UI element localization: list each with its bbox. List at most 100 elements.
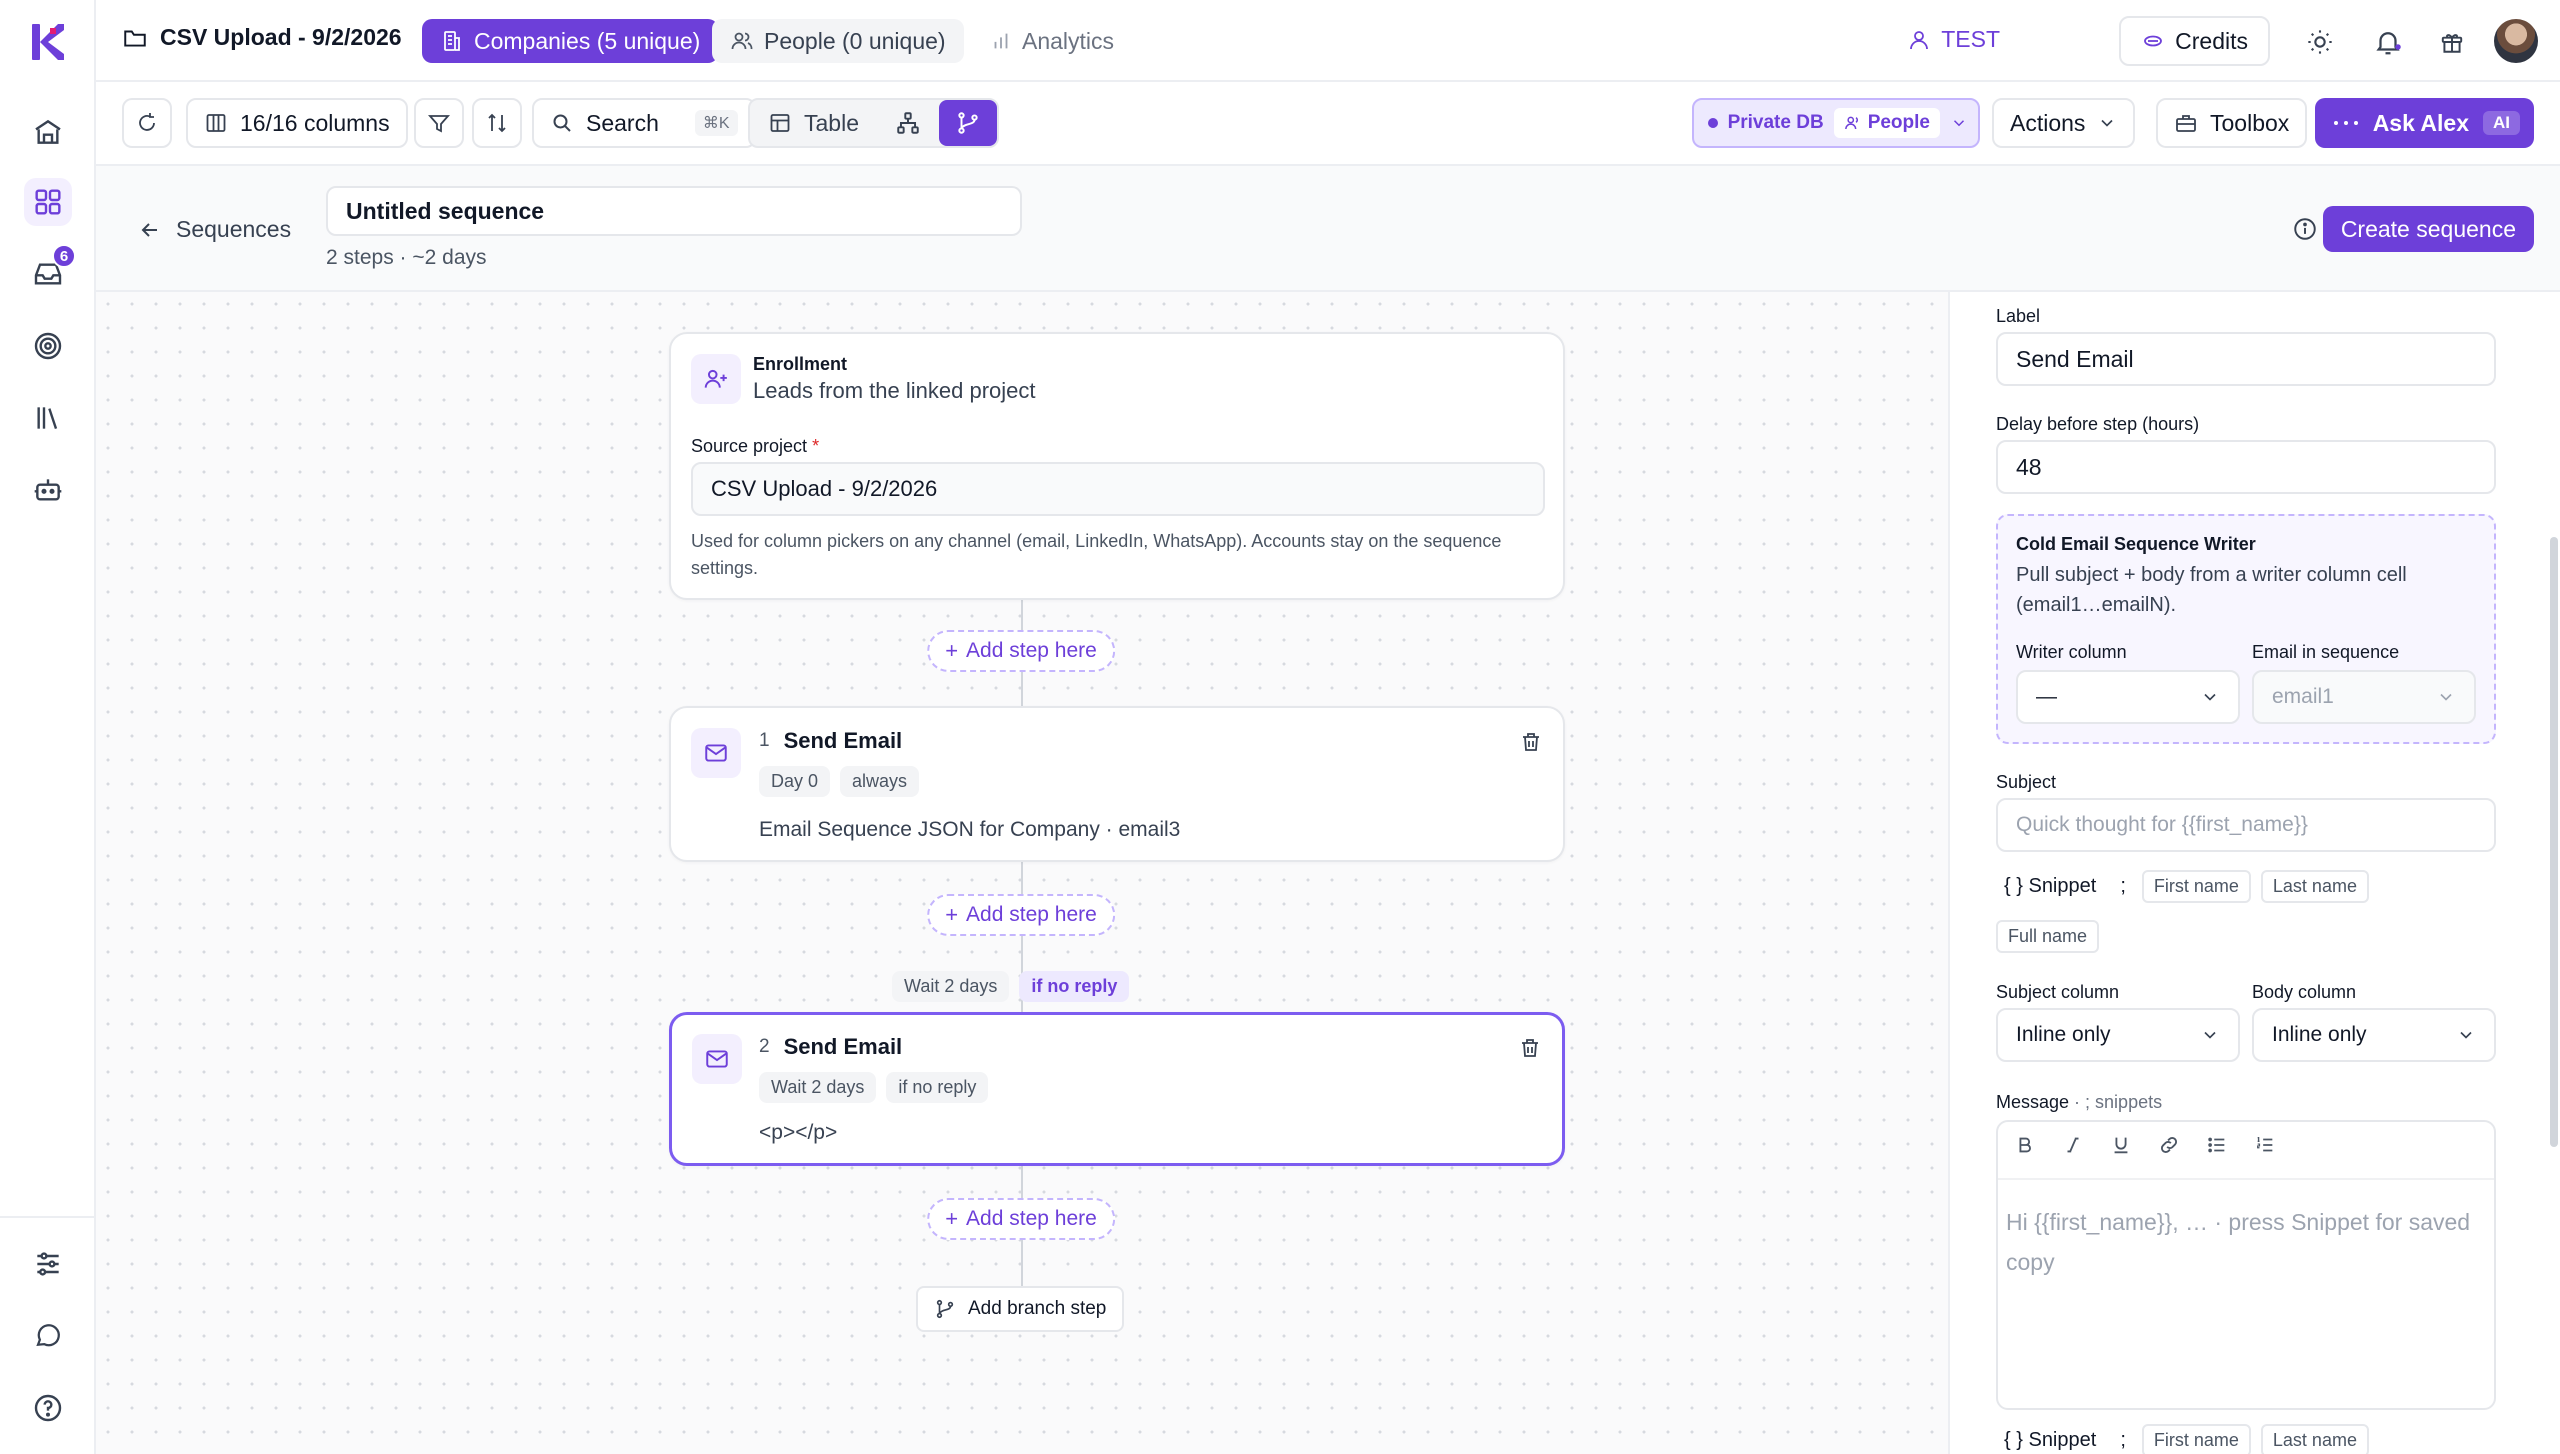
body-column-select[interactable]: Inline only <box>2252 1008 2496 1062</box>
create-sequence-button[interactable]: Create sequence <box>2322 206 2534 252</box>
step-number: 2 <box>759 1036 770 1057</box>
source-project-select[interactable]: CSV Upload - 9/2/2026 <box>691 462 1545 516</box>
trash-icon[interactable] <box>1519 730 1543 754</box>
back-label: Sequences <box>176 216 292 242</box>
bot-icon[interactable] <box>24 466 72 514</box>
numbered-list-icon[interactable] <box>2254 1134 2276 1156</box>
view-sequence[interactable] <box>938 100 997 146</box>
sun-icon[interactable] <box>2300 22 2340 62</box>
italic-icon[interactable] <box>2062 1134 2084 1156</box>
delay-input[interactable]: 48 <box>1996 440 2496 494</box>
db-status-dot <box>1707 118 1718 128</box>
view-table[interactable]: Table <box>750 100 877 146</box>
mail-icon <box>691 728 741 778</box>
panel-scrollbar[interactable] <box>2550 537 2558 1147</box>
subject-input[interactable]: Quick thought for {{first_name}} <box>1996 798 2496 852</box>
tab-analytics[interactable]: Analytics <box>972 19 1132 63</box>
tab-companies-label: Companies (5 unique) <box>474 27 701 54</box>
enrollment-title: Enrollment <box>753 354 848 374</box>
editor-divider <box>1998 1178 2494 1180</box>
users-icon <box>731 32 753 50</box>
underline-icon[interactable] <box>2110 1134 2132 1156</box>
wait-condition: Wait 2 days if no reply <box>892 971 1130 1002</box>
actions-button[interactable]: Actions <box>1992 98 2136 148</box>
subject-field-label: Subject <box>1996 772 2057 792</box>
snippet-button[interactable]: { } Snippet <box>1996 1429 2104 1452</box>
toolbox-button[interactable]: Toolbox <box>2156 98 2308 148</box>
snippet-chip-first-name[interactable]: First name <box>2141 1424 2251 1454</box>
branch-icon <box>958 112 978 134</box>
gift-icon[interactable] <box>2432 22 2472 62</box>
bar-chart-icon <box>994 33 1008 49</box>
chevron-down-icon <box>2204 693 2216 701</box>
test-label: TEST <box>1941 26 2000 52</box>
toolbox-label: Toolbox <box>2210 109 2290 136</box>
snippet-chip-last-name[interactable]: Last name <box>2260 870 2369 903</box>
help-icon[interactable] <box>24 1384 72 1432</box>
private-db-selector[interactable]: Private DB People <box>1691 98 1980 148</box>
bullet-list-icon[interactable] <box>2206 1134 2228 1156</box>
step-card-2[interactable]: 2 Send Email Wait 2 days if no reply <p>… <box>669 1012 1565 1166</box>
back-to-sequences[interactable]: Sequences <box>138 216 291 243</box>
tab-people[interactable]: People (0 unique) <box>712 19 964 63</box>
grid-icon[interactable] <box>24 178 72 226</box>
snippet-chip-full-name[interactable]: Full name <box>1996 920 2100 953</box>
writer-box: Cold Email Sequence Writer Pull subject … <box>1996 514 2496 744</box>
credits-button[interactable]: Credits <box>2119 16 2270 66</box>
table-icon <box>770 114 790 132</box>
target-icon[interactable] <box>24 322 72 370</box>
coin-icon <box>2144 35 2163 47</box>
subject-column-label: Subject column <box>1996 982 2120 1002</box>
filter-button[interactable] <box>414 98 464 148</box>
tab-companies[interactable]: Companies (5 unique) <box>422 19 719 63</box>
app-logo[interactable] <box>28 20 68 64</box>
chevron-down-icon <box>1953 120 1965 127</box>
chat-icon[interactable] <box>24 1312 72 1360</box>
label-input[interactable]: Send Email <box>1996 332 2496 386</box>
search-button[interactable]: Search ⌘K <box>532 98 756 148</box>
test-link[interactable]: TEST <box>1907 26 2000 53</box>
step-card-1[interactable]: 1 Send Email Day 0 always Email Sequence… <box>669 706 1565 862</box>
bell-icon[interactable] <box>2368 22 2408 62</box>
wait-chip: Wait 2 days <box>892 971 1010 1002</box>
sequence-name-input[interactable]: Untitled sequence <box>326 186 1022 236</box>
body-column-value: Inline only <box>2272 1023 2367 1046</box>
ask-alex-button[interactable]: Ask Alex AI <box>2314 98 2534 148</box>
body-column-label: Body column <box>2252 982 2357 1002</box>
user-avatar[interactable] <box>2494 19 2538 63</box>
step-detail: <p></p> <box>759 1121 838 1144</box>
view-switcher: Table <box>748 98 999 148</box>
info-icon[interactable] <box>2292 216 2318 242</box>
add-branch-button[interactable]: Add branch step <box>916 1286 1125 1332</box>
columns-button[interactable]: 16/16 columns <box>186 98 408 148</box>
refresh-button[interactable] <box>122 98 172 148</box>
add-step-button[interactable]: + Add step here <box>927 1198 1115 1240</box>
add-step-label: Add step here <box>966 903 1097 926</box>
bold-icon[interactable] <box>2014 1134 2036 1156</box>
email-in-sequence-select[interactable]: email1 <box>2252 670 2476 724</box>
add-step-button[interactable]: + Add step here <box>927 630 1115 672</box>
plus-icon: + <box>945 638 959 663</box>
writer-column-select[interactable]: — <box>2016 670 2240 724</box>
home-icon[interactable] <box>24 108 72 156</box>
project-title[interactable]: CSV Upload - 9/2/2026 <box>122 24 402 51</box>
columns-label: 16/16 columns <box>240 109 390 136</box>
ai-badge: AI <box>2483 111 2520 135</box>
snippet-button[interactable]: { } Snippet <box>1996 875 2104 898</box>
message-editor[interactable]: Hi {{first_name}}, … · press Snippet for… <box>1996 1120 2496 1410</box>
enrollment-card[interactable]: Enrollment Leads from the linked project… <box>669 332 1565 600</box>
snippet-chip-last-name[interactable]: Last name <box>2260 1424 2369 1454</box>
trash-icon[interactable] <box>1518 1036 1542 1060</box>
inbox-icon[interactable]: 6 <box>24 244 76 298</box>
link-icon[interactable] <box>2158 1134 2180 1156</box>
add-step-button[interactable]: + Add step here <box>927 894 1115 936</box>
view-hierarchy[interactable] <box>877 100 939 146</box>
editor-toolbar <box>2014 1134 2276 1156</box>
required-mark: * <box>812 436 820 456</box>
message-hint: · ; snippets <box>2069 1092 2163 1112</box>
library-icon[interactable] <box>24 394 72 442</box>
subject-column-select[interactable]: Inline only <box>1996 1008 2240 1062</box>
sort-button[interactable] <box>472 98 522 148</box>
sliders-icon[interactable] <box>24 1240 72 1288</box>
snippet-chip-first-name[interactable]: First name <box>2141 870 2251 903</box>
